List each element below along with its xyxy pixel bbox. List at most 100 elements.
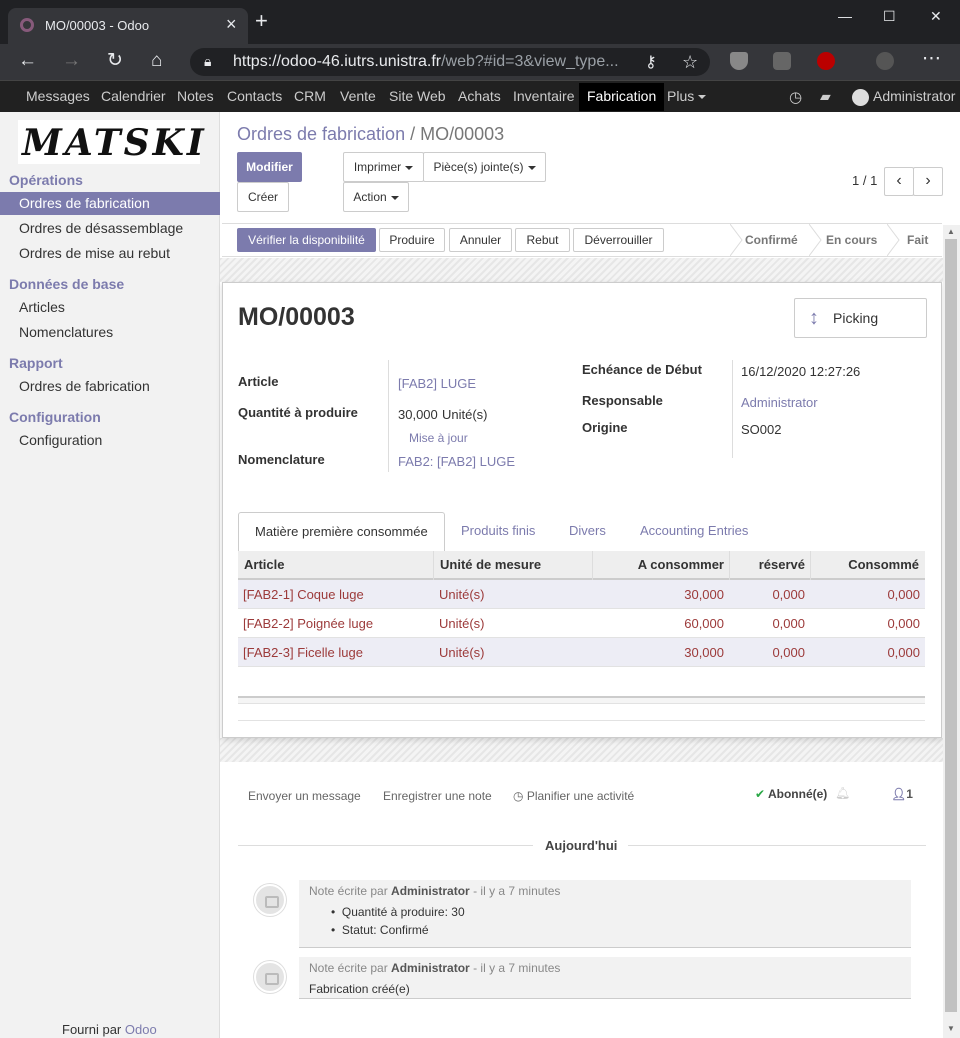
record-extension-icon[interactable] [817, 52, 835, 70]
browser-tab[interactable]: MO/00003 - Odoo × [8, 8, 248, 44]
menu-messages[interactable]: Messages [26, 88, 90, 104]
message-header: Note écrite par Administrator - il y a 7… [309, 884, 560, 898]
message-author-link[interactable]: Administrator [391, 961, 470, 975]
table-row[interactable]: [FAB2-3] Ficelle luge Unité(s) 30,000 0,… [238, 638, 925, 667]
modify-button[interactable]: Modifier [237, 152, 302, 182]
chat-bubbles-icon[interactable]: ▰ [820, 88, 831, 105]
table-row[interactable]: [FAB2-1] Coque luge Unité(s) 30,000 0,00… [238, 580, 925, 609]
sidebar-item-mise-au-rebut[interactable]: Ordres de mise au rebut [0, 242, 220, 265]
menu-notes[interactable]: Notes [177, 88, 214, 104]
bom-value-link[interactable]: FAB2: [FAB2] LUGE [398, 454, 515, 469]
action-dropdown[interactable]: Action [343, 182, 409, 212]
update-quantity-link[interactable]: Mise à jour [409, 431, 468, 445]
more-menu-icon[interactable]: ⋯ [922, 48, 941, 70]
page-scrollbar[interactable]: ▲ ▼ [943, 225, 960, 1038]
extension-icon[interactable] [773, 52, 791, 70]
author-avatar[interactable] [254, 884, 286, 916]
article-value-link[interactable]: [FAB2] LUGE [398, 376, 476, 391]
message-line: Quantité à produire: 30 [341, 905, 465, 919]
pager-next-button[interactable]: › [913, 167, 943, 196]
menu-crm[interactable]: CRM [294, 88, 326, 104]
powered-brand-link[interactable]: Odoo [125, 1022, 157, 1037]
menu-calendrier[interactable]: Calendrier [101, 88, 166, 104]
profile-icon[interactable] [876, 52, 894, 70]
column-header-article[interactable]: Article [244, 557, 284, 572]
create-button[interactable]: Créer [237, 182, 289, 212]
menu-inventaire[interactable]: Inventaire [513, 88, 574, 104]
user-menu[interactable]: Administrator [852, 88, 955, 106]
column-separator [729, 551, 730, 580]
sidebar-item-rapport-ordres[interactable]: Ordres de fabrication [0, 375, 220, 398]
new-tab-button[interactable]: + [255, 10, 268, 32]
follow-button[interactable]: ✔ Abonné(e) [755, 787, 827, 801]
activity-clock-icon[interactable]: ◷ [789, 88, 802, 106]
column-header-uom[interactable]: Unité de mesure [440, 557, 541, 572]
close-tab-icon[interactable]: × [226, 14, 237, 35]
scrollbar-thumb[interactable] [945, 239, 957, 1012]
column-header-reserved[interactable]: réservé [759, 557, 805, 572]
message-author-link[interactable]: Administrator [391, 884, 470, 898]
reload-icon[interactable]: ↻ [107, 50, 123, 72]
scrap-button[interactable]: Rebut [515, 228, 570, 252]
maximize-button[interactable]: ☐ [883, 8, 896, 25]
address-bar[interactable]: 🔒︎ https://odoo-46.iutrs.unistra.fr/web?… [190, 48, 710, 76]
close-window-button[interactable]: ✕ [930, 8, 942, 25]
tab-raw-materials[interactable]: Matière première consommée [238, 512, 445, 552]
breadcrumb-parent[interactable]: Ordres de fabrication [237, 124, 405, 144]
vertical-arrows-icon: ↕ [809, 307, 819, 329]
key-icon[interactable]: ⚷ [645, 52, 657, 74]
menu-contacts[interactable]: Contacts [227, 88, 282, 104]
menu-site-web[interactable]: Site Web [389, 88, 446, 104]
pager-previous-button[interactable]: ‹ [884, 167, 914, 196]
shield-extension-icon[interactable] [730, 52, 748, 70]
stage-fait[interactable]: Fait [907, 233, 928, 247]
picking-smart-button[interactable]: ↕ Picking [794, 298, 927, 338]
sidebar-item-articles[interactable]: Articles [0, 296, 220, 319]
column-header-to-consume[interactable]: A consommer [638, 557, 724, 572]
schedule-activity-link[interactable]: ◷ Planifier une activité [513, 789, 634, 803]
sidebar-item-nomenclatures[interactable]: Nomenclatures [0, 321, 220, 344]
menu-plus[interactable]: Plus [667, 88, 707, 104]
tab-accounting-entries[interactable]: Accounting Entries [624, 512, 764, 552]
produce-button[interactable]: Produire [379, 228, 445, 252]
minimize-button[interactable]: — [838, 8, 852, 24]
author-avatar[interactable] [254, 961, 286, 993]
column-header-consumed[interactable]: Consommé [848, 557, 919, 572]
scroll-up-icon[interactable]: ▲ [947, 227, 955, 236]
menu-achats[interactable]: Achats [458, 88, 501, 104]
attachments-dropdown[interactable]: Pièce(s) jointe(s) [423, 152, 546, 182]
check-availability-button[interactable]: Vérifier la disponibilité [237, 228, 376, 252]
star-icon[interactable]: ☆ [682, 51, 698, 73]
schedule-activity-label: Planifier une activité [526, 789, 635, 803]
scroll-down-icon[interactable]: ▼ [947, 1024, 955, 1033]
followers-button[interactable]: 👤︎1 [891, 787, 913, 801]
check-icon: ✔ [755, 787, 768, 801]
sheet-background [220, 738, 944, 762]
back-icon[interactable]: ← [18, 50, 37, 72]
sidebar-item-ordres-fabrication[interactable]: Ordres de fabrication [0, 192, 220, 215]
forward-icon[interactable]: → [62, 50, 81, 72]
send-message-link[interactable]: Envoyer un message [248, 789, 361, 803]
pager-value[interactable]: 1 / 1 [852, 173, 877, 188]
unlock-button[interactable]: Déverrouiller [573, 228, 664, 252]
tab-miscellaneous[interactable]: Divers [553, 512, 622, 552]
menu-vente[interactable]: Vente [340, 88, 376, 104]
print-dropdown[interactable]: Imprimer [343, 152, 424, 182]
stage-confirme[interactable]: Confirmé [745, 233, 798, 247]
table-row[interactable]: [FAB2-2] Poignée luge Unité(s) 60,000 0,… [238, 609, 925, 638]
tab-title: MO/00003 - Odoo [45, 18, 150, 33]
sidebar-item-desassemblage[interactable]: Ordres de désassemblage [0, 217, 220, 240]
responsible-value-link[interactable]: Administrator [741, 395, 818, 410]
cancel-button[interactable]: Annuler [449, 228, 512, 252]
log-note-link[interactable]: Enregistrer une note [383, 789, 492, 803]
tab-finished-products[interactable]: Produits finis [445, 512, 551, 552]
form-sheet: MO/00003 ↕ Picking Article [FAB2] LUGE Q… [222, 282, 942, 738]
table-footer [238, 696, 925, 704]
bell-icon[interactable]: 🔔︎ [835, 786, 850, 800]
record-name: MO/00003 [238, 303, 355, 331]
stage-en-cours[interactable]: En cours [826, 233, 877, 247]
sidebar-item-configuration[interactable]: Configuration [0, 429, 220, 452]
menu-fabrication[interactable]: Fabrication [579, 83, 665, 111]
cell-uom: Unité(s) [439, 587, 485, 602]
home-icon[interactable]: ⌂ [151, 50, 162, 72]
